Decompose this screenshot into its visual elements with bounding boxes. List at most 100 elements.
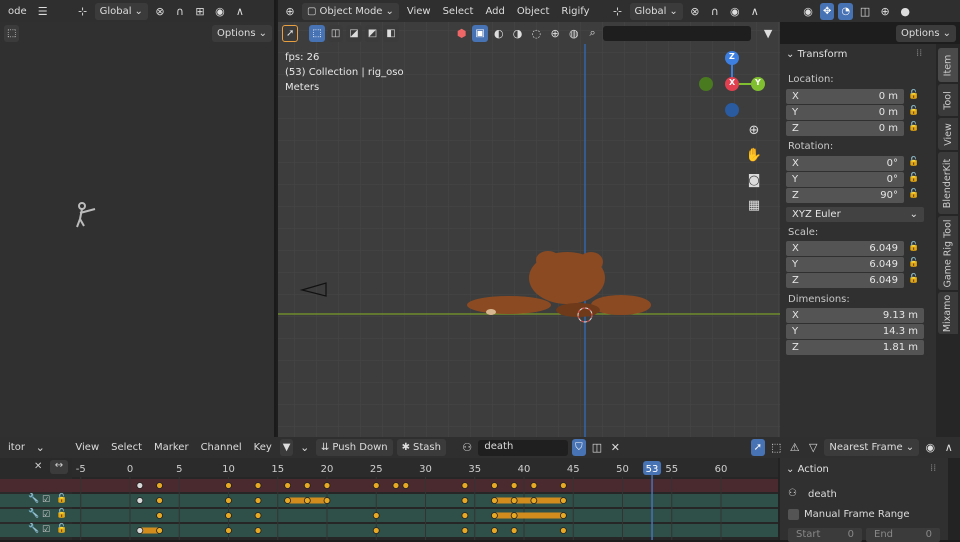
falloff-icon[interactable]: ∧ xyxy=(232,3,248,19)
lock-icon[interactable]: 🔓 xyxy=(908,157,920,169)
stash-button[interactable]: ✱ Stash xyxy=(396,439,446,456)
select-invert-icon[interactable]: ◩ xyxy=(364,24,381,42)
ortho-grid-icon[interactable]: ▦ xyxy=(743,194,765,216)
3d-viewport[interactable]: ⊕ ▢ Object Mode ⌄ View Select Add Object R… xyxy=(278,0,780,437)
channel-row[interactable]: 🔧 ☑ 🔓 xyxy=(0,524,72,537)
lock-icon[interactable]: 🔓 xyxy=(56,494,67,504)
lock-icon[interactable]: 🔓 xyxy=(908,189,920,201)
transform-header[interactable]: ⌄ Transform xyxy=(786,49,847,60)
fake-user-shield-icon[interactable]: ⛉ xyxy=(572,439,586,456)
pivot-icon[interactable]: ⊗ xyxy=(152,3,168,19)
show-hidden-icon[interactable]: ⬚ xyxy=(769,440,783,456)
proportional-icon[interactable]: ◉ xyxy=(727,3,743,19)
lock-icon[interactable]: 🔓 xyxy=(908,274,920,286)
scale-z-field[interactable]: Z 6.049 xyxy=(786,273,904,288)
menu-marker[interactable]: Marker xyxy=(150,442,193,453)
wrench-icon[interactable]: 🔧 xyxy=(28,509,39,519)
rotation-x-field[interactable]: X 0° xyxy=(786,156,904,171)
filter-icon[interactable]: ▽ xyxy=(806,440,820,456)
lock-icon[interactable]: 🔓 xyxy=(908,173,920,185)
left-select-box-icon[interactable]: ⬚ xyxy=(4,24,20,42)
horizontal-swap-icon[interactable]: ↔ xyxy=(50,460,68,474)
proportional-icon[interactable]: ◉ xyxy=(212,3,228,19)
unlink-close-icon[interactable]: ✕ xyxy=(608,440,622,456)
location-y-field[interactable]: Y 0 m xyxy=(786,105,904,120)
channel-row[interactable]: 🔧 ☑ 🔓 xyxy=(0,494,72,507)
tab-item[interactable]: Item xyxy=(938,48,958,82)
menu-view[interactable]: View xyxy=(403,6,435,17)
push-down-button[interactable]: ⇊ Push Down xyxy=(315,439,393,456)
action-browse-icon[interactable]: ⚇ xyxy=(460,440,474,456)
viewport-options-button[interactable]: Options ⌄ xyxy=(896,24,956,42)
checkbox-icon[interactable]: ☑ xyxy=(42,495,50,505)
left-mode-menu[interactable]: ode xyxy=(4,6,31,17)
checkbox-icon[interactable]: ☑ xyxy=(42,525,50,535)
dopesheet-keyframes[interactable]: -5 0 5 10 15 20 25 30 35 40 45 50 55 60 53 xyxy=(72,458,778,540)
shading-globe-icon[interactable]: ⊕ xyxy=(547,25,563,41)
editor-type-icon[interactable]: ⊕ xyxy=(282,3,298,19)
filter-icon[interactable]: ▼ xyxy=(760,25,776,41)
orientation-dropdown[interactable]: Global ⌄ xyxy=(629,2,683,20)
camera-view-icon[interactable]: ◙ xyxy=(743,169,765,191)
tab-blenderkit[interactable]: BlenderKit xyxy=(938,152,958,214)
errors-warning-icon[interactable]: ⚠ xyxy=(787,440,801,456)
hamburger-icon[interactable]: ☰ xyxy=(35,3,51,19)
action-panel-header[interactable]: ⌄ Action xyxy=(786,464,829,475)
rotation-mode-dropdown[interactable]: XYZ Euler ⌄ xyxy=(786,207,924,222)
location-z-field[interactable]: Z 0 m xyxy=(786,121,904,136)
shading-color-icon[interactable]: ⬢ xyxy=(454,25,470,41)
tab-tool[interactable]: Tool xyxy=(938,84,958,116)
select-subtract-icon[interactable]: ◪ xyxy=(346,24,362,42)
scale-x-field[interactable]: X 6.049 xyxy=(786,241,904,256)
tab-game-rig-tool[interactable]: Game Rig Tool xyxy=(938,216,958,290)
menu-select[interactable]: Select xyxy=(107,442,146,453)
lock-icon[interactable]: 🔓 xyxy=(56,524,67,534)
pivot-icon[interactable]: ⊗ xyxy=(687,3,703,19)
menu-object[interactable]: Object xyxy=(513,6,554,17)
lock-icon[interactable]: 🔓 xyxy=(908,122,920,134)
duplicate-action-icon[interactable]: ◫ xyxy=(590,440,604,456)
chevron-down-icon[interactable]: ⌄ xyxy=(33,440,47,456)
lock-icon[interactable]: 🔓 xyxy=(908,258,920,270)
lock-icon[interactable]: 🔓 xyxy=(56,509,67,519)
rotation-z-field[interactable]: Z 90° xyxy=(786,188,904,203)
snap-grid-icon[interactable]: ⊞ xyxy=(192,3,208,19)
lock-icon[interactable]: 🔓 xyxy=(908,242,920,254)
tab-mixamo[interactable]: Mixamo xyxy=(938,292,958,334)
menu-view[interactable]: View xyxy=(71,442,103,453)
shading-wire-icon[interactable]: ◌ xyxy=(528,25,544,41)
location-x-field[interactable]: X 0 m xyxy=(786,89,904,104)
menu-key[interactable]: Key xyxy=(250,442,276,453)
dimensions-y-field[interactable]: Y 14.3 m xyxy=(786,324,924,339)
rotation-y-field[interactable]: Y 0° xyxy=(786,172,904,187)
overlay-toggle-icon[interactable]: ◔ xyxy=(838,2,854,20)
select-extend-icon[interactable]: ◫ xyxy=(327,24,344,42)
left-orientation-dropdown[interactable]: Global ⌄ xyxy=(94,2,148,20)
snap-dropdown[interactable]: Nearest Frame ⌄ xyxy=(824,439,920,456)
manual-frame-range-checkbox[interactable] xyxy=(788,509,799,520)
drag-handle-icon[interactable]: ⁞⁞ xyxy=(930,463,936,474)
solid-shading-icon[interactable]: ● xyxy=(897,3,913,19)
proportional-icon[interactable]: ◉ xyxy=(923,440,937,456)
gizmo-toggle-icon[interactable]: ✥ xyxy=(820,2,835,20)
wrench-icon[interactable]: 🔧 xyxy=(28,494,39,504)
menu-select[interactable]: Select xyxy=(439,6,478,17)
pan-hand-icon[interactable]: ✋ xyxy=(743,144,765,166)
viewport-search-input[interactable] xyxy=(603,25,752,41)
xray-icon[interactable]: ◫ xyxy=(857,3,873,19)
shading-solid-icon[interactable]: ▣ xyxy=(472,24,488,42)
channel-row[interactable]: 🔧 ☑ 🔓 xyxy=(0,509,72,522)
snap-icon[interactable]: ∩ xyxy=(707,3,723,19)
menu-add[interactable]: Add xyxy=(481,6,508,17)
search-icon[interactable]: ⌕ xyxy=(585,25,601,41)
visibility-eye-icon[interactable]: ◉ xyxy=(800,3,816,19)
clear-filter-icon[interactable]: ✕ xyxy=(34,461,42,472)
menu-rigify[interactable]: Rigify xyxy=(557,6,593,17)
editor-mode-menu[interactable]: itor xyxy=(4,442,29,453)
shading-sphere-icon[interactable]: ◍ xyxy=(566,25,582,41)
menu-channel[interactable]: Channel xyxy=(197,442,246,453)
summary-channel[interactable] xyxy=(0,479,72,492)
shading-material-icon[interactable]: ◐ xyxy=(491,25,507,41)
keyframe-canvas[interactable]: -5 0 5 10 15 20 25 30 35 40 45 50 55 60 53 xyxy=(72,458,778,540)
action-name-field[interactable]: death xyxy=(478,439,569,456)
